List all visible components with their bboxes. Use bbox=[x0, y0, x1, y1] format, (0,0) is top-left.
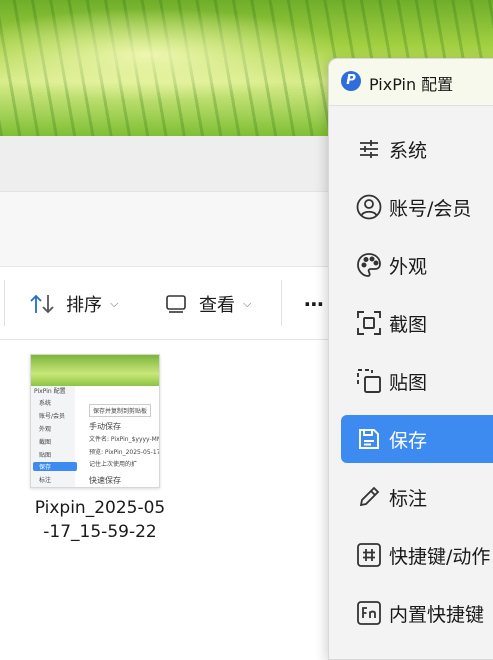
nav-item-label: 贴图 bbox=[389, 371, 428, 394]
nav-item-label: 保存 bbox=[389, 429, 428, 452]
hash-icon bbox=[355, 541, 383, 569]
nav-item-label: 标注 bbox=[389, 487, 428, 510]
nav-item-label: 快捷键/动作 bbox=[389, 545, 491, 568]
pixpin-title: PixPin 配置 bbox=[369, 75, 454, 94]
thumbnail-section: 快速保存 bbox=[89, 476, 121, 485]
thumbnail-side-item: 标注 bbox=[39, 477, 52, 484]
chevron-down-icon: ⌵ bbox=[110, 297, 119, 310]
sort-button[interactable]: 排序 ⌵ bbox=[30, 287, 118, 321]
toolbar-separator bbox=[4, 280, 5, 326]
file-name-line: Pixpin_2025-05 bbox=[34, 498, 166, 518]
thumbnail-side-item: 外观 bbox=[39, 426, 52, 433]
thumbnail-wallpaper bbox=[31, 355, 159, 386]
nav-item-hotkeys[interactable]: 快捷键/动作 bbox=[341, 531, 493, 579]
thumbnail-side-item: 保存 bbox=[33, 462, 77, 471]
nav-item-screenshot[interactable]: 截图 bbox=[341, 299, 493, 347]
thumbnail-row: 预览: PixPin_2025-05-17_1 bbox=[89, 449, 160, 456]
file-thumbnail: PixPin 配置 系统 账号/会员 外观 截图 贴图 保存 标注 保存并复制到… bbox=[30, 354, 160, 488]
nav-item-label: 内置快捷键 bbox=[389, 603, 485, 626]
more-options-button[interactable]: ⋯ bbox=[304, 287, 324, 321]
pixpin-settings-window: P PixPin 配置 系统 账号/会员 外观 截图 贴图 保存 标注 快捷键/… bbox=[328, 58, 493, 660]
sort-label: 排序 bbox=[66, 295, 102, 316]
fn-key-icon bbox=[355, 599, 383, 627]
pixpin-logo-icon: P bbox=[341, 71, 361, 91]
nav-item-builtin-hotkeys[interactable]: 内置快捷键 bbox=[341, 589, 493, 637]
pencil-icon bbox=[355, 483, 383, 511]
save-icon bbox=[355, 425, 383, 453]
thumbnail-row: 记住上次使用的扩 bbox=[89, 461, 138, 468]
sort-icon bbox=[30, 293, 56, 315]
nav-item-account[interactable]: 账号/会员 bbox=[341, 183, 493, 231]
user-circle-icon bbox=[355, 193, 383, 221]
nav-item-save[interactable]: 保存 bbox=[341, 415, 493, 463]
thumbnail-row: 文件名: PixPin_$yyyy-MM-dd bbox=[89, 436, 159, 443]
view-button[interactable]: 查看 ⌵ bbox=[165, 287, 251, 321]
thumbnail-side-item: 截图 bbox=[39, 439, 52, 446]
nav-item-label: 截图 bbox=[389, 313, 428, 336]
nav-item-appearance[interactable]: 外观 bbox=[341, 241, 493, 289]
thumbnail-sidebar bbox=[31, 386, 75, 487]
thumbnail-side-item: 账号/会员 bbox=[39, 413, 66, 420]
nav-item-pin[interactable]: 贴图 bbox=[341, 357, 493, 405]
more-icon: ⋯ bbox=[304, 292, 324, 316]
thumbnail-side-item: 贴图 bbox=[39, 452, 52, 459]
screenshot-icon bbox=[355, 309, 383, 337]
explorer-tab-bar bbox=[0, 136, 340, 192]
explorer-command-bar: 排序 ⌵ 查看 ⌵ ⋯ bbox=[0, 267, 340, 340]
view-icon bbox=[165, 293, 189, 315]
thumbnail-title: PixPin 配置 bbox=[34, 388, 66, 395]
nav-item-annotate[interactable]: 标注 bbox=[341, 473, 493, 521]
toolbar-separator bbox=[281, 280, 282, 326]
file-name: Pixpin_2025-05 -17_15-59-22 bbox=[30, 496, 170, 544]
pin-image-icon bbox=[355, 367, 383, 395]
thumbnail-panel-header: 保存并复制到剪贴板 bbox=[89, 404, 152, 417]
file-name-line: -17_15-59-22 bbox=[43, 522, 157, 542]
nav-item-label: 系统 bbox=[389, 139, 428, 162]
view-label: 查看 bbox=[199, 295, 235, 316]
nav-item-system[interactable]: 系统 bbox=[341, 125, 493, 173]
explorer-address-bar[interactable] bbox=[0, 192, 340, 267]
palette-icon bbox=[355, 251, 383, 279]
sliders-icon bbox=[355, 135, 383, 163]
thumbnail-side-item: 系统 bbox=[39, 400, 52, 407]
thumbnail-section: 手动保存 bbox=[89, 422, 121, 431]
chevron-down-icon: ⌵ bbox=[243, 297, 252, 310]
pixpin-titlebar: P PixPin 配置 bbox=[329, 59, 493, 106]
nav-item-label: 外观 bbox=[389, 255, 428, 278]
nav-item-label: 账号/会员 bbox=[389, 197, 472, 220]
